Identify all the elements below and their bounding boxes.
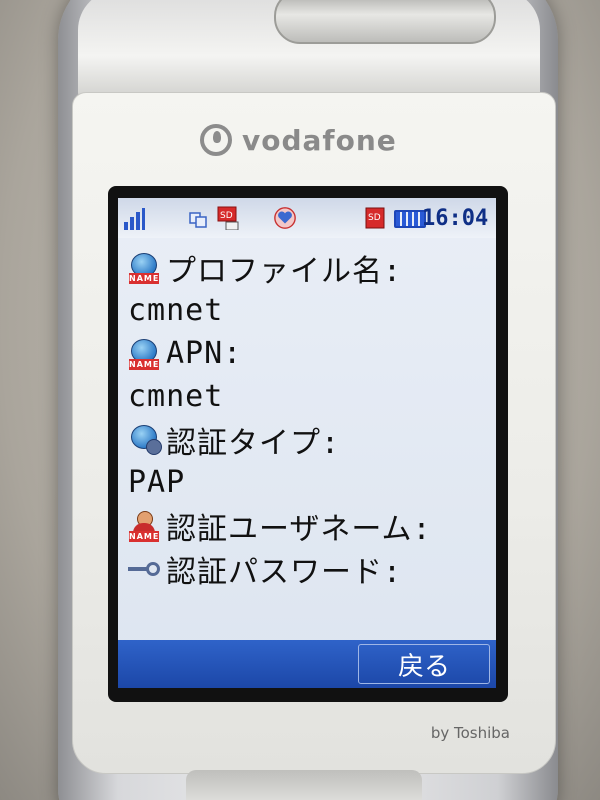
- apn-row[interactable]: NAME APN:: [128, 332, 488, 375]
- profile-name-value: cmnet: [128, 293, 224, 328]
- profile-name-value-row: cmnet: [128, 289, 488, 332]
- vodafone-logo-icon: [200, 124, 232, 156]
- photo-background: vodafone SD SD 16:04 NAME プロファイル名: cmnet…: [0, 0, 600, 800]
- sync-icon: [189, 212, 207, 228]
- heart-mail-icon: [274, 207, 296, 229]
- auth-type-globe-lock-icon: [128, 423, 162, 457]
- svg-text:SD: SD: [368, 213, 381, 223]
- signal-icon: [124, 206, 146, 230]
- phone-hinge: [78, 0, 540, 100]
- sd-icon: SD: [217, 206, 239, 230]
- softkey-bar: 戻る: [118, 640, 496, 688]
- settings-list: NAME プロファイル名: cmnet NAME APN: cmnet 認証タイ…: [128, 246, 488, 590]
- auth-user-label: 認証ユーザネーム:: [166, 511, 432, 547]
- auth-type-value-row: PAP: [128, 461, 488, 504]
- user-name-icon: NAME: [128, 509, 162, 543]
- auth-password-label: 認証パスワード:: [166, 554, 403, 590]
- apn-globe-icon: NAME: [128, 337, 162, 371]
- bottom-hinge: [186, 770, 422, 800]
- clock-time: 16:04: [422, 206, 489, 231]
- auth-user-row[interactable]: NAME 認証ユーザネーム:: [128, 504, 488, 547]
- profile-name-row[interactable]: NAME プロファイル名:: [128, 246, 488, 289]
- back-button[interactable]: 戻る: [358, 644, 490, 684]
- profile-globe-icon: NAME: [128, 251, 162, 285]
- earpiece-speaker: [274, 0, 496, 44]
- phone-screen: SD SD 16:04 NAME プロファイル名: cmnet NAME APN…: [118, 198, 496, 688]
- sd-card-icon: SD: [365, 207, 385, 229]
- apn-value: cmnet: [128, 379, 224, 414]
- apn-value-row: cmnet: [128, 375, 488, 418]
- profile-name-label: プロファイル名:: [166, 253, 403, 289]
- key-icon: [128, 552, 162, 586]
- auth-password-row[interactable]: 認証パスワード:: [128, 547, 488, 590]
- apn-label: APN:: [166, 336, 243, 371]
- maker-label: by Toshiba: [430, 724, 510, 742]
- svg-text:SD: SD: [220, 211, 233, 221]
- auth-type-label: 認証タイプ:: [166, 425, 341, 461]
- auth-type-value: PAP: [128, 465, 186, 500]
- status-bar: SD SD 16:04: [118, 198, 496, 238]
- brand-name: vodafone: [242, 123, 397, 157]
- auth-type-row[interactable]: 認証タイプ:: [128, 418, 488, 461]
- brand-logo-area: vodafone: [200, 118, 420, 162]
